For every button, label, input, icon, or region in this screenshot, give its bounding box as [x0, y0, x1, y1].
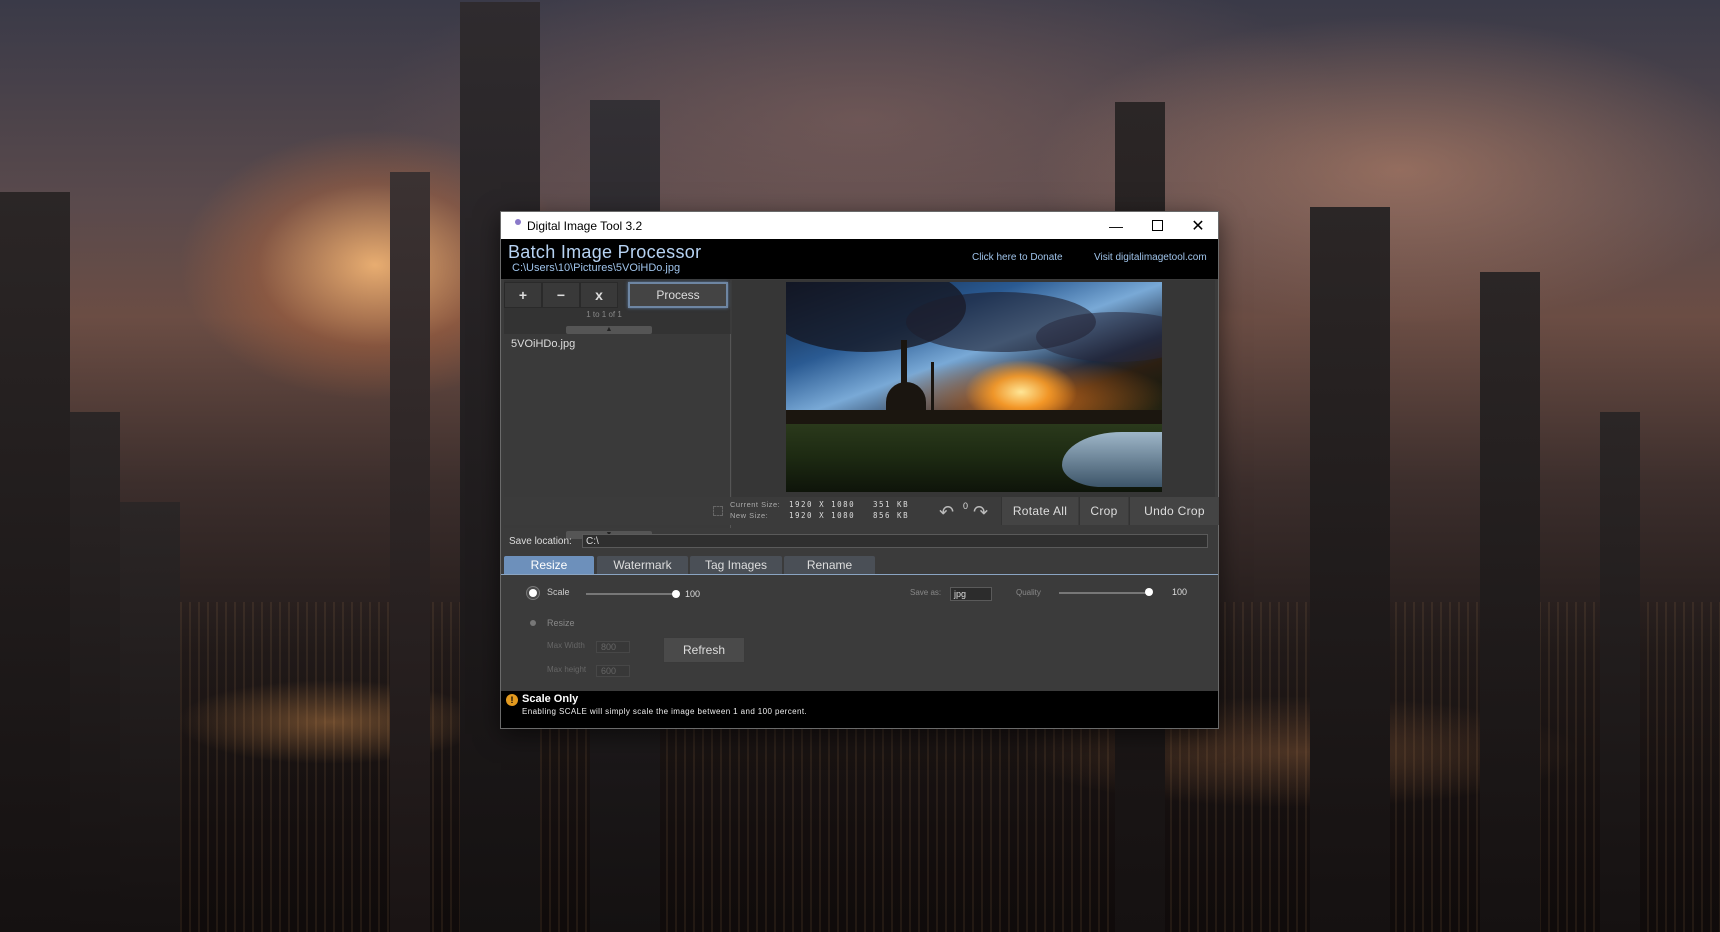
crop-handle-icon: [713, 506, 723, 516]
quality-value: 100: [1172, 587, 1188, 597]
minimize-icon: —: [1109, 217, 1123, 234]
clear-files-button[interactable]: x: [580, 282, 618, 308]
rotate-right-icon[interactable]: ↷: [973, 502, 988, 523]
new-size-label: New Size:: [730, 511, 769, 520]
website-link[interactable]: Visit digitalimagetool.com: [1094, 252, 1207, 263]
x-icon: x: [595, 287, 603, 303]
app-header: Batch Image Processor C:\Users\10\Pictur…: [501, 239, 1218, 279]
tab-resize[interactable]: Resize: [504, 556, 594, 574]
save-as-format-input[interactable]: jpg: [950, 587, 992, 601]
title-bar[interactable]: Digital Image Tool 3.2 — ✕: [501, 212, 1218, 239]
image-preview[interactable]: [786, 282, 1162, 492]
close-icon: ✕: [1191, 217, 1205, 235]
minus-icon: −: [556, 287, 566, 303]
scale-value: 100: [685, 589, 701, 599]
tab-watermark[interactable]: Watermark: [597, 556, 688, 574]
save-location-label: Save location:: [509, 536, 572, 547]
tab-tag-images[interactable]: Tag Images: [690, 556, 782, 574]
image-info-bar: Current Size: 1920 X 1080 351 KB New Siz…: [501, 497, 1219, 525]
remove-file-button[interactable]: −: [542, 282, 580, 308]
rotate-left-icon[interactable]: ↶: [939, 502, 954, 523]
plus-icon: +: [518, 287, 528, 303]
app-icon: [515, 218, 521, 225]
process-button[interactable]: Process: [628, 282, 728, 308]
refresh-button[interactable]: Refresh: [663, 637, 745, 663]
maximize-icon: [1151, 220, 1163, 231]
donate-link[interactable]: Click here to Donate: [972, 252, 1063, 263]
current-file-path: C:\Users\10\Pictures\5VOiHDo.jpg: [512, 262, 681, 274]
page-title: Batch Image Processor: [508, 242, 702, 262]
current-size-label: Current Size:: [730, 500, 781, 509]
resize-radio[interactable]: [530, 620, 536, 626]
new-size-kb: 856 KB: [873, 511, 910, 520]
maximize-button[interactable]: [1137, 212, 1177, 239]
arrow-up-icon: ▲: [605, 326, 613, 333]
list-item[interactable]: 5VOiHDo.jpg: [511, 338, 575, 350]
status-bar: ! Scale Only Enabling SCALE will simply …: [501, 691, 1218, 728]
save-as-label: Save as:: [910, 588, 942, 597]
save-location-input[interactable]: C:\: [582, 534, 1208, 548]
rotate-all-button[interactable]: Rotate All: [1001, 497, 1078, 525]
preview-area: [732, 280, 1215, 497]
tab-rename[interactable]: Rename: [784, 556, 875, 574]
close-button[interactable]: ✕: [1178, 212, 1218, 239]
file-list-panel: + − x Process 1 to 1 of 1 5VOiHDo.jpg ▲ …: [504, 280, 731, 539]
current-size-kb: 351 KB: [873, 500, 910, 509]
status-title: Scale Only: [522, 693, 579, 705]
scale-label: Scale: [547, 587, 570, 597]
app-window: Digital Image Tool 3.2 — ✕ Batch Image P…: [501, 212, 1219, 728]
scale-slider-knob[interactable]: [672, 590, 680, 598]
quality-slider-knob[interactable]: [1145, 588, 1153, 596]
new-size-dims: 1920 X 1080: [789, 511, 856, 520]
max-width-label: Max Width: [547, 641, 585, 650]
undo-crop-button[interactable]: Undo Crop: [1129, 497, 1219, 525]
warning-icon: !: [506, 694, 518, 706]
tab-bar: Resize Watermark Tag Images Rename: [501, 554, 1218, 575]
add-file-button[interactable]: +: [504, 282, 542, 308]
crop-button[interactable]: Crop: [1079, 497, 1128, 525]
resize-label: Resize: [547, 618, 575, 628]
save-location-row: Save location: C:\: [501, 530, 1218, 554]
max-height-input[interactable]: 600: [596, 665, 630, 677]
paging-indicator: 1 to 1 of 1: [586, 310, 622, 319]
status-message: Enabling SCALE will simply scale the ima…: [522, 707, 808, 716]
max-width-input[interactable]: 800: [596, 641, 630, 653]
minimize-button[interactable]: —: [1096, 212, 1136, 239]
current-size-dims: 1920 X 1080: [789, 500, 856, 509]
scale-slider[interactable]: [586, 593, 676, 595]
quality-slider[interactable]: [1059, 592, 1149, 594]
scroll-up-button[interactable]: ▲: [566, 326, 652, 334]
resize-panel: Scale 100 Resize Max Width 800 Max heigh…: [501, 575, 1218, 691]
quality-label: Quality: [1016, 588, 1041, 597]
window-title: Digital Image Tool 3.2: [527, 218, 643, 233]
rotation-value: 0: [963, 501, 969, 511]
max-height-label: Max height: [547, 665, 587, 674]
scale-radio[interactable]: [529, 589, 537, 597]
